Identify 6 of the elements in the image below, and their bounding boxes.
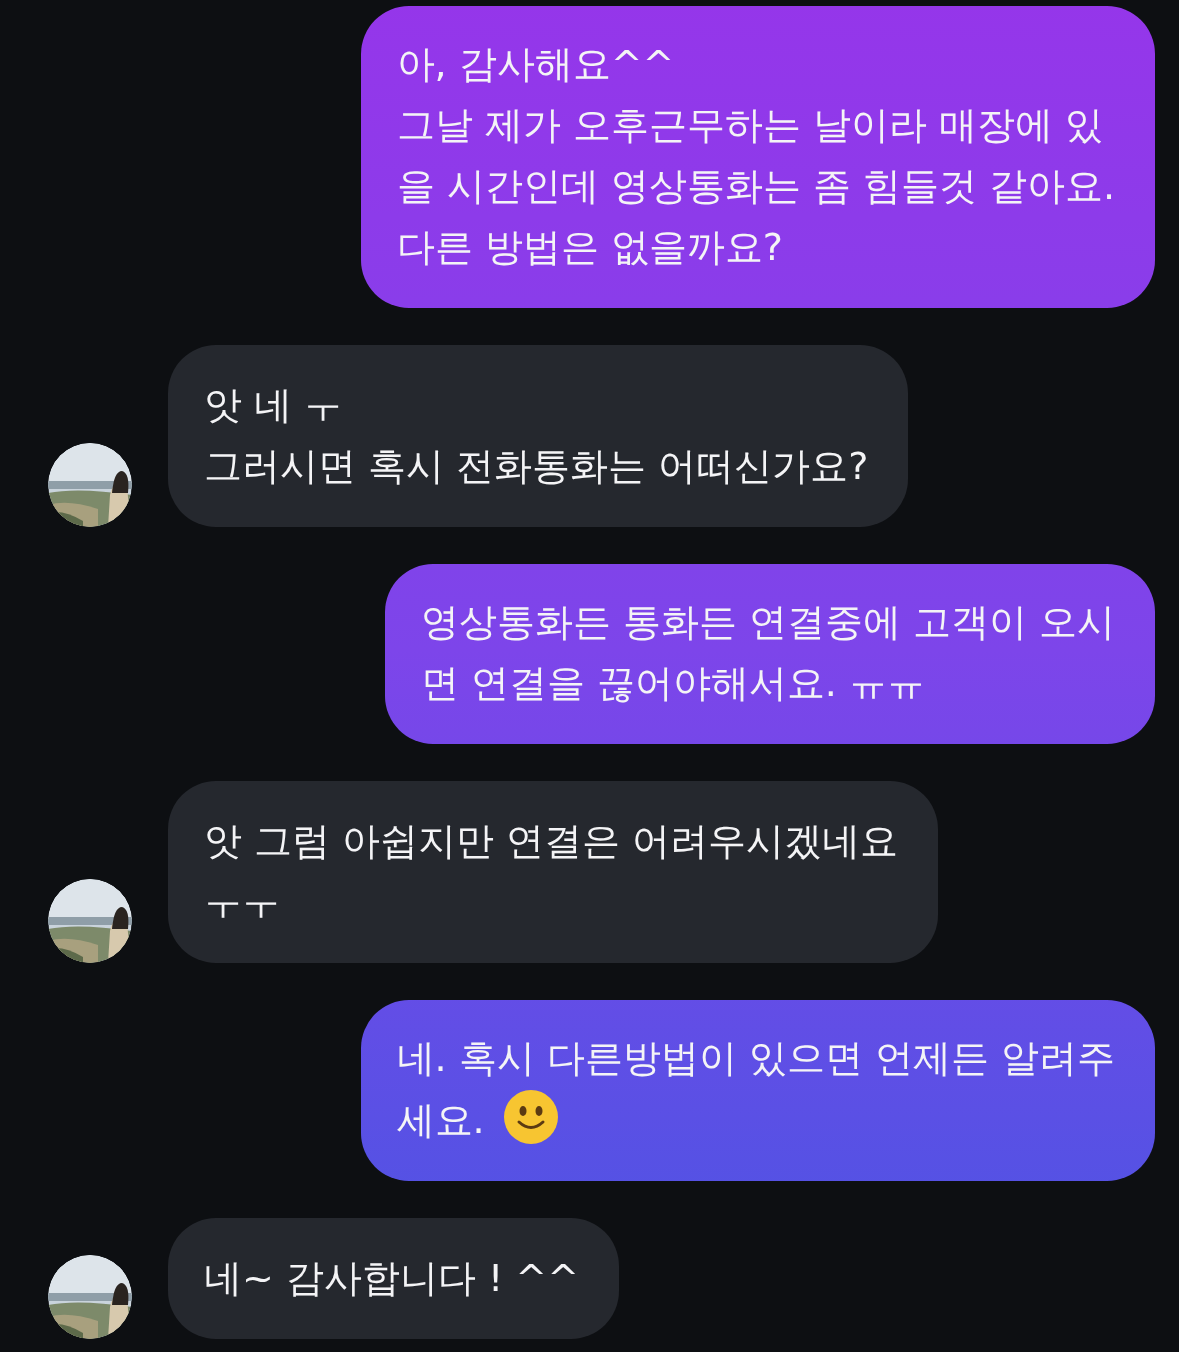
- message-bubble: 영상통화든 통화든 연결중에 고객이 오시 면 연결을 끊어야해서요. ㅠㅠ: [384, 564, 1155, 744]
- message-bubble: 아, 감사해요^^ 그날 제가 오후근무하는 날이라 매장에 있 을 시간인데 영상통화는 좀 힘들것 같아요. 다른 방법은 없을까요?: [360, 6, 1155, 308]
- message-bubble: 네~ 감사합니다 ! ^^: [168, 1218, 619, 1339]
- message-bubble: 앗 그럼 아쉽지만 연결은 어려우시겠네요 ㅜㅜ: [168, 781, 939, 963]
- message-bubble: 앗 네 ㅜ 그러시면 혹시 전화통화는 어떠신가요?: [168, 345, 909, 527]
- message-bubble: 네. 혹시 다른방법이 있으면 언제든 알려주 세요.: [360, 1000, 1155, 1181]
